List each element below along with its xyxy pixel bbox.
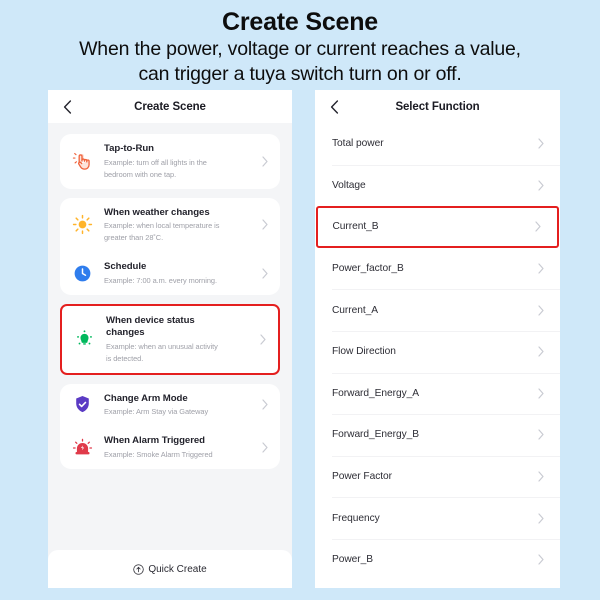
chevron-right-icon bbox=[536, 180, 546, 191]
scene-title: Tap-to-Run bbox=[104, 143, 154, 154]
list-item[interactable]: Power_factor_B bbox=[315, 248, 560, 290]
screenshots-row: Create Scene Tap-to-Run Example: turn of… bbox=[0, 90, 600, 590]
function-list: Total power Voltage Current_B Power_fact… bbox=[315, 123, 560, 588]
list-item[interactable]: Tap-to-Run Example: turn off all lights … bbox=[60, 134, 280, 189]
chevron-right-icon bbox=[536, 263, 546, 274]
function-label: Power_B bbox=[332, 554, 373, 566]
back-icon[interactable] bbox=[327, 99, 341, 114]
scene-desc-line-1: Example: when local temperature is bbox=[104, 221, 220, 230]
left-nav-title: Create Scene bbox=[134, 100, 206, 113]
chevron-right-icon bbox=[533, 221, 543, 233]
list-item[interactable]: Power_B bbox=[315, 538, 560, 581]
function-label: Flow Direction bbox=[332, 346, 396, 358]
scene-desc-line-1: Example: 7:00 a.m. every morning. bbox=[104, 275, 217, 285]
left-nav-bar: Create Scene bbox=[48, 90, 292, 123]
list-item[interactable]: When weather changes Example: when local… bbox=[60, 198, 280, 253]
function-label: Total power bbox=[332, 138, 384, 150]
page-subtitle-line-1: When the power, voltage or current reach… bbox=[79, 38, 521, 60]
chevron-right-icon bbox=[260, 268, 270, 279]
scene-list: Tap-to-Run Example: turn off all lights … bbox=[48, 123, 292, 550]
scene-desc-line-1: Example: Arm Stay via Gateway bbox=[104, 407, 209, 416]
list-item[interactable]: When Alarm Triggered Example: Smoke Alar… bbox=[60, 426, 280, 469]
function-label: Current_B bbox=[332, 221, 379, 233]
alarm-siren-icon bbox=[71, 436, 94, 459]
left-phone-screenshot: Create Scene Tap-to-Run Example: turn of… bbox=[48, 90, 292, 588]
page-header: Create Scene When the power, voltage or … bbox=[0, 0, 600, 87]
list-item[interactable]: Frequency bbox=[315, 497, 560, 539]
scene-desc-line-2: greater than 28˚C. bbox=[104, 233, 164, 242]
chevron-right-icon bbox=[258, 333, 268, 345]
scene-text: Tap-to-Run Example: turn off all lights … bbox=[104, 143, 256, 180]
page-subtitle-line-2: can trigger a tuya switch turn on or off… bbox=[138, 63, 462, 85]
chevron-right-icon bbox=[536, 513, 546, 524]
scene-text: Change Arm Mode Example: Arm Stay via Ga… bbox=[104, 393, 256, 418]
scene-text: When device status changes Example: when… bbox=[106, 315, 254, 364]
right-nav-title: Select Function bbox=[395, 100, 480, 113]
quick-create-label: Quick Create bbox=[148, 563, 207, 575]
sun-icon bbox=[71, 213, 94, 236]
function-label: Power_factor_B bbox=[332, 263, 404, 275]
list-item[interactable]: Schedule Example: 7:00 a.m. every mornin… bbox=[60, 252, 280, 295]
list-item[interactable]: Current_A bbox=[315, 289, 560, 331]
function-label: Power Factor bbox=[332, 471, 392, 483]
function-label: Forward_Energy_A bbox=[332, 387, 419, 399]
right-phone-screenshot: Select Function Total power Voltage Curr… bbox=[315, 90, 560, 588]
quick-create-button[interactable]: Quick Create bbox=[133, 563, 207, 575]
list-item[interactable]: Change Arm Mode Example: Arm Stay via Ga… bbox=[60, 384, 280, 427]
tap-hand-icon bbox=[71, 150, 94, 173]
motion-sensor-icon bbox=[73, 328, 96, 351]
chevron-right-icon bbox=[260, 219, 270, 230]
function-label: Forward_Energy_B bbox=[332, 429, 419, 441]
function-label: Frequency bbox=[332, 512, 380, 524]
chevron-right-icon bbox=[536, 471, 546, 482]
chevron-right-icon bbox=[536, 554, 546, 565]
chevron-right-icon bbox=[536, 429, 546, 441]
list-item[interactable]: Forward_Energy_B bbox=[315, 414, 560, 456]
scene-title: When device status bbox=[106, 314, 195, 326]
page-title: Create Scene bbox=[221, 8, 379, 36]
quick-create-bar[interactable]: Quick Create bbox=[48, 550, 292, 588]
chevron-right-icon bbox=[260, 399, 270, 410]
chevron-right-icon bbox=[536, 305, 546, 316]
scene-text: When weather changes Example: when local… bbox=[104, 207, 256, 244]
scene-card-arm-alarm[interactable]: Change Arm Mode Example: Arm Stay via Ga… bbox=[60, 383, 280, 469]
chevron-right-icon bbox=[536, 346, 546, 357]
scene-card-tap-to-run[interactable]: Tap-to-Run Example: turn off all lights … bbox=[60, 134, 280, 189]
scene-title: Schedule bbox=[104, 261, 147, 272]
chevron-right-icon bbox=[260, 442, 270, 453]
scene-text: Schedule Example: 7:00 a.m. every mornin… bbox=[104, 261, 256, 286]
scene-title: When Alarm Triggered bbox=[104, 435, 205, 446]
chevron-right-icon bbox=[536, 138, 546, 149]
list-item[interactable]: Total power bbox=[315, 123, 560, 165]
function-label: Current_A bbox=[332, 304, 378, 316]
scene-desc-line-1: Example: Smoke Alarm Triggered bbox=[104, 449, 213, 459]
scene-title: Change Arm Mode bbox=[104, 392, 188, 404]
shield-check-icon bbox=[71, 393, 94, 416]
scene-desc-line-2: is detected. bbox=[106, 353, 144, 363]
scene-card-device-status-highlighted[interactable]: When device status changes Example: when… bbox=[60, 303, 280, 375]
right-nav-bar: Select Function bbox=[315, 90, 560, 123]
scene-title-line-2: changes bbox=[106, 327, 145, 338]
scene-text: When Alarm Triggered Example: Smoke Alar… bbox=[104, 435, 256, 460]
list-item[interactable]: Power Factor bbox=[315, 455, 560, 498]
scene-card-weather-schedule[interactable]: When weather changes Example: when local… bbox=[60, 197, 280, 295]
scene-desc-line-2: bedroom with one tap. bbox=[104, 169, 177, 179]
function-label: Voltage bbox=[332, 179, 366, 191]
back-icon[interactable] bbox=[60, 99, 74, 114]
list-item[interactable]: When device status changes Example: when… bbox=[62, 306, 278, 373]
list-item[interactable]: Flow Direction bbox=[315, 330, 560, 373]
list-item[interactable]: Forward_Energy_A bbox=[315, 372, 560, 415]
list-item-highlighted[interactable]: Current_B bbox=[316, 206, 559, 248]
scene-title: When weather changes bbox=[104, 206, 210, 218]
list-item[interactable]: Voltage bbox=[315, 164, 560, 207]
clock-icon bbox=[71, 262, 94, 285]
circle-arrow-up-icon bbox=[133, 563, 144, 575]
chevron-right-icon bbox=[536, 388, 546, 399]
chevron-right-icon bbox=[260, 156, 270, 167]
scene-desc-line-1: Example: turn off all lights in the bbox=[104, 157, 207, 167]
scene-desc-line-1: Example: when an unusual activity bbox=[106, 341, 218, 351]
